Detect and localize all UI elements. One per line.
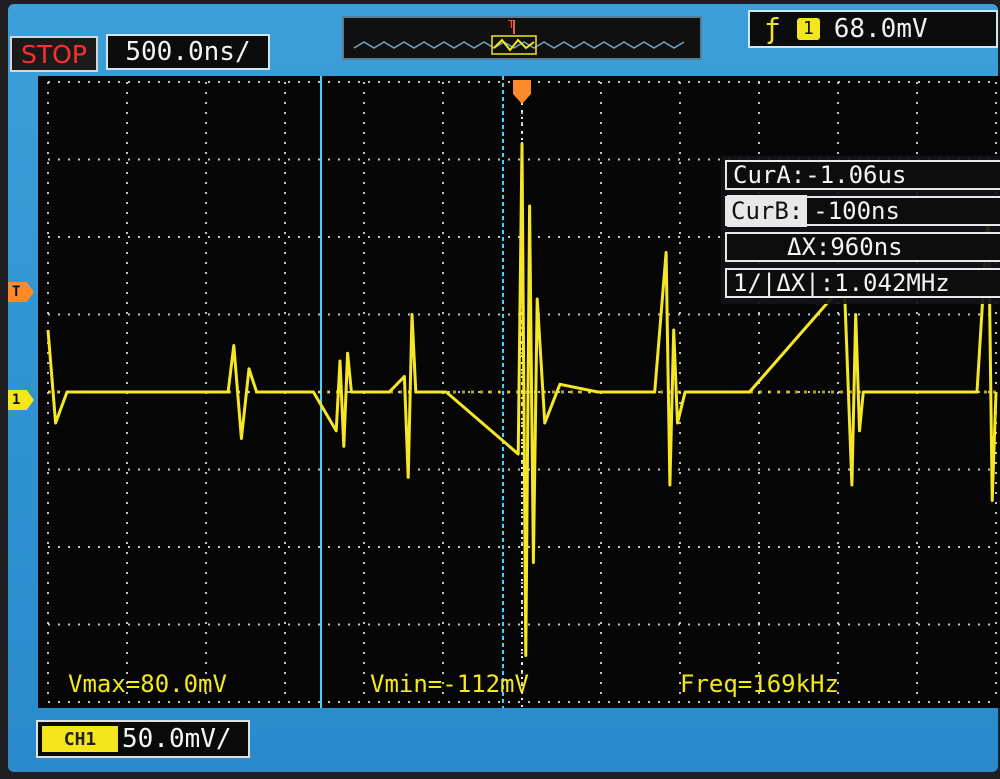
cursor-a-readout[interactable]: CurA:-1.06us: [725, 160, 1000, 190]
trigger-readout[interactable]: ƒ 1 68.0mV: [748, 10, 998, 48]
vmin-measurement: Vmin=-112mV: [370, 670, 529, 698]
trigger-position-marker: [513, 80, 531, 104]
frequency-measurement: Freq=169kHz: [680, 670, 839, 698]
timebase-readout[interactable]: 500.0ns/: [106, 34, 270, 70]
cursor-b-readout[interactable]: CurB: -100ns: [725, 195, 1000, 227]
cursor-b-value: -100ns: [813, 197, 900, 225]
channel1-badge: CH1: [42, 726, 118, 752]
cursor-b-label: CurB:: [727, 195, 808, 227]
vmax-measurement: Vmax=80.0mV: [68, 670, 227, 698]
memory-window-icon: T: [353, 18, 685, 55]
channel1-volts-per-div: 50.0mV/: [122, 724, 232, 754]
cursor-measurement-panel: CurA:-1.06us CurB: -100ns ΔX:960ns 1/|ΔX…: [721, 156, 1000, 304]
inverse-delta-x-readout: 1/|ΔX|:1.042MHz: [725, 268, 1000, 298]
trigger-level-marker[interactable]: T: [8, 282, 34, 302]
channel1-ground-marker[interactable]: 1: [8, 390, 34, 410]
trigger-level: 68.0mV: [833, 14, 928, 44]
run-stop-indicator[interactable]: STOP: [10, 36, 98, 72]
waveform-display[interactable]: CurA:-1.06us CurB: -100ns ΔX:960ns 1/|ΔX…: [38, 76, 1000, 708]
memory-trigger-t-icon: T: [507, 18, 515, 31]
oscilloscope-screen: STOP 500.0ns/ T ƒ 1 68.0mV CurA:-1.06us …: [8, 4, 1000, 772]
channel1-scale-readout[interactable]: CH1 50.0mV/: [36, 720, 250, 758]
memory-depth-bar: T: [342, 16, 702, 60]
rising-edge-icon: ƒ: [764, 12, 781, 45]
trigger-source-badge: 1: [796, 18, 820, 40]
delta-x-readout: ΔX:960ns: [725, 232, 1000, 262]
